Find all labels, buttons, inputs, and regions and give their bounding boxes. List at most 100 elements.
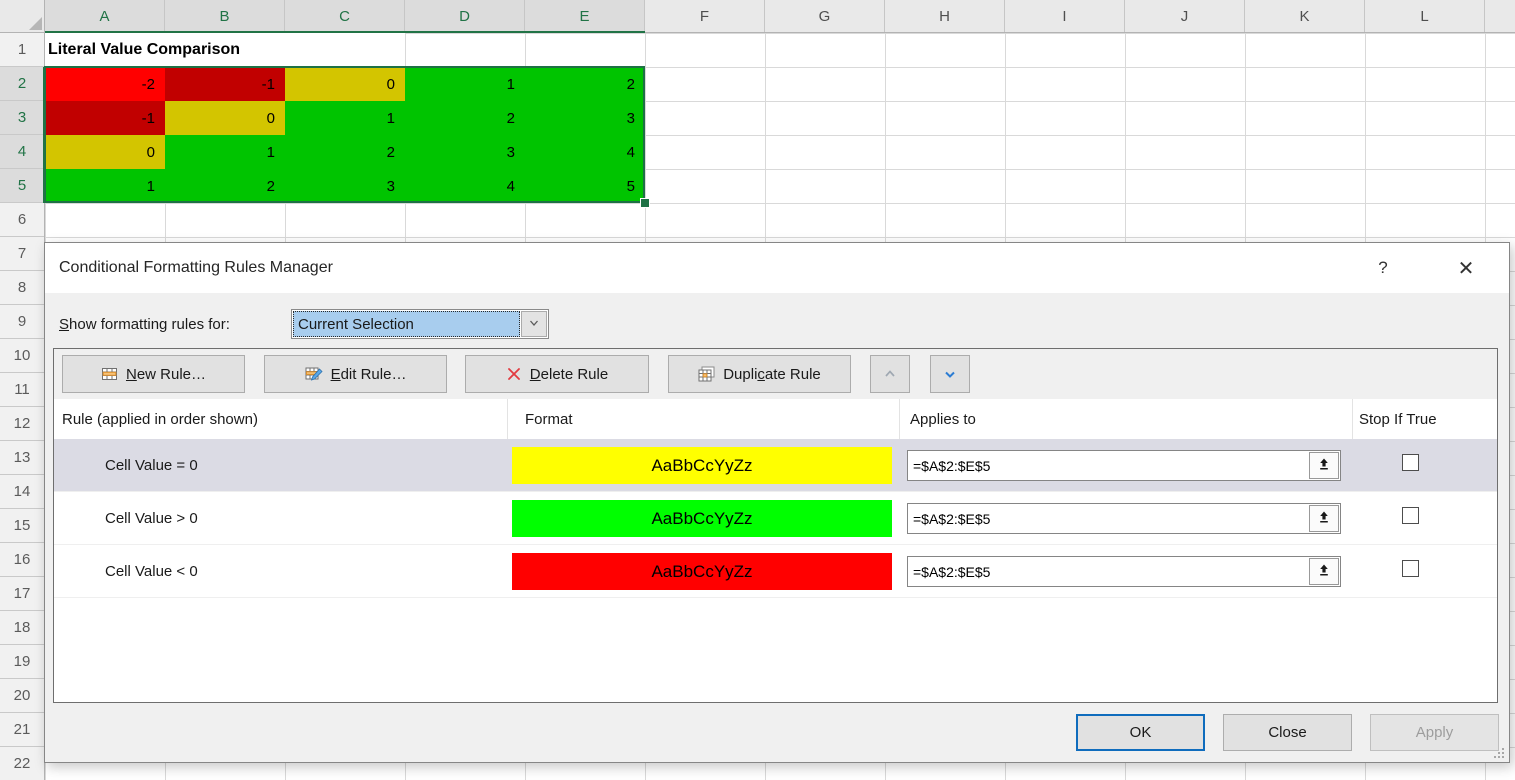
header-separator	[899, 399, 900, 439]
rule-condition: Cell Value = 0	[105, 439, 198, 492]
collapse-dialog-button[interactable]	[1309, 505, 1339, 532]
stop-if-true-checkbox[interactable]	[1402, 560, 1419, 577]
column-header-stop-if-true: Stop If True	[1359, 399, 1437, 439]
dialog-titlebar[interactable]: Conditional Formatting Rules Manager	[45, 243, 1509, 293]
row-header-10[interactable]: 10	[0, 339, 44, 373]
applies-to-field[interactable]: =$A$2:$E$5	[907, 556, 1341, 587]
stop-if-true-checkbox[interactable]	[1402, 454, 1419, 471]
move-rule-down-button[interactable]	[930, 355, 970, 393]
row-header-13[interactable]: 13	[0, 441, 44, 475]
resize-grip[interactable]	[1491, 745, 1505, 759]
row-header-16[interactable]: 16	[0, 543, 44, 577]
format-preview: AaBbCcYyZz	[512, 553, 892, 590]
column-header-f[interactable]: F	[645, 0, 765, 32]
duplicate-rule-icon	[698, 366, 715, 382]
column-header-b[interactable]: B	[165, 0, 285, 32]
show-rules-dropdown[interactable]: Current Selection	[291, 309, 549, 339]
header-separator	[507, 399, 508, 439]
applies-to-field[interactable]: =$A$2:$E$5	[907, 450, 1341, 481]
show-formatting-rules-label: Show formatting rules for:	[59, 309, 230, 339]
column-header-strip: ABCDEFGHIJKLM	[45, 0, 1515, 33]
row-header-21[interactable]: 21	[0, 713, 44, 747]
select-all-triangle-icon	[29, 17, 42, 30]
collapse-dialog-icon	[1317, 457, 1331, 475]
chevron-up-icon	[882, 366, 898, 382]
stop-if-true-checkbox[interactable]	[1402, 507, 1419, 524]
column-header-rule: Rule (applied in order shown)	[62, 399, 258, 439]
column-header-k[interactable]: K	[1245, 0, 1365, 32]
row-header-18[interactable]: 18	[0, 611, 44, 645]
row-header-5[interactable]: 5	[0, 169, 44, 203]
row-header-19[interactable]: 19	[0, 645, 44, 679]
applies-to-range: =$A$2:$E$5	[913, 451, 990, 480]
chevron-down-icon	[528, 316, 540, 333]
edit-rule-button[interactable]: Edit Rule…	[264, 355, 447, 393]
rule-row[interactable]: Cell Value < 0 AaBbCcYyZz =$A$2:$E$5	[54, 545, 1497, 598]
new-rule-button[interactable]: New Rule…	[62, 355, 245, 393]
column-header-g[interactable]: G	[765, 0, 885, 32]
rule-row[interactable]: Cell Value > 0 AaBbCcYyZz =$A$2:$E$5	[54, 492, 1497, 545]
rules-list-box: New Rule… Edit Rule… Delete Rule Duplicate …	[53, 348, 1498, 703]
close-icon: ✕	[1458, 256, 1475, 281]
applies-to-range: =$A$2:$E$5	[913, 557, 990, 586]
selected-columns-accent	[45, 31, 645, 33]
new-rule-icon	[101, 366, 118, 382]
format-preview: AaBbCcYyZz	[512, 500, 892, 537]
row-header-22[interactable]: 22	[0, 747, 44, 780]
delete-rule-button[interactable]: Delete Rule	[465, 355, 649, 393]
row-header-15[interactable]: 15	[0, 509, 44, 543]
selection-border	[44, 66, 645, 203]
row-header-12[interactable]: 12	[0, 407, 44, 441]
row-header-2[interactable]: 2	[0, 67, 44, 101]
row-header-8[interactable]: 8	[0, 271, 44, 305]
cell-a1[interactable]: Literal Value Comparison	[45, 33, 405, 67]
column-header-applies-to: Applies to	[910, 399, 976, 439]
header-separator	[1352, 399, 1353, 439]
duplicate-rule-button[interactable]: Duplicate Rule	[668, 355, 851, 393]
column-header-a[interactable]: A	[45, 0, 165, 32]
row-header-14[interactable]: 14	[0, 475, 44, 509]
fill-handle[interactable]	[640, 198, 650, 208]
apply-button[interactable]: Apply	[1370, 714, 1499, 751]
row-header-9[interactable]: 9	[0, 305, 44, 339]
column-header-h[interactable]: H	[885, 0, 1005, 32]
row-header-7[interactable]: 7	[0, 237, 44, 271]
column-header-i[interactable]: I	[1005, 0, 1125, 32]
applies-to-range: =$A$2:$E$5	[913, 504, 990, 533]
row-header-6[interactable]: 6	[0, 203, 44, 237]
delete-rule-icon	[506, 366, 522, 382]
row-header-17[interactable]: 17	[0, 577, 44, 611]
format-preview: AaBbCcYyZz	[512, 447, 892, 484]
close-footer-button[interactable]: Close	[1223, 714, 1352, 751]
rule-row[interactable]: Cell Value = 0 AaBbCcYyZz =$A$2:$E$5	[54, 439, 1497, 492]
ok-button[interactable]: OK	[1076, 714, 1205, 751]
column-header-d[interactable]: D	[405, 0, 525, 32]
column-header-e[interactable]: E	[525, 0, 645, 32]
row-header-4[interactable]: 4	[0, 135, 44, 169]
excel-window: ABCDEFGHIJKLM 12345678910111213141516171…	[0, 0, 1515, 780]
selected-rows-accent	[43, 67, 45, 203]
row-header-1[interactable]: 1	[0, 33, 44, 67]
applies-to-field[interactable]: =$A$2:$E$5	[907, 503, 1341, 534]
dropdown-selected-value: Current Selection	[293, 311, 520, 337]
collapse-dialog-icon	[1317, 510, 1331, 528]
column-header-j[interactable]: J	[1125, 0, 1245, 32]
rule-condition: Cell Value > 0	[105, 492, 198, 545]
column-header-c[interactable]: C	[285, 0, 405, 32]
column-header-format: Format	[525, 399, 573, 439]
help-button[interactable]: ?	[1361, 243, 1405, 293]
rule-condition: Cell Value < 0	[105, 545, 198, 598]
column-header-l[interactable]: L	[1365, 0, 1485, 32]
dropdown-arrow-button[interactable]	[521, 311, 547, 337]
row-header-20[interactable]: 20	[0, 679, 44, 713]
collapse-dialog-button[interactable]	[1309, 452, 1339, 479]
dialog-title: Conditional Formatting Rules Manager	[59, 259, 333, 277]
row-header-3[interactable]: 3	[0, 101, 44, 135]
close-button[interactable]: ✕	[1440, 243, 1492, 293]
row-header-11[interactable]: 11	[0, 373, 44, 407]
collapse-dialog-icon	[1317, 563, 1331, 581]
move-rule-up-button[interactable]	[870, 355, 910, 393]
select-all-corner[interactable]	[0, 0, 45, 33]
collapse-dialog-button[interactable]	[1309, 558, 1339, 585]
column-header-m[interactable]: M	[1485, 0, 1515, 32]
